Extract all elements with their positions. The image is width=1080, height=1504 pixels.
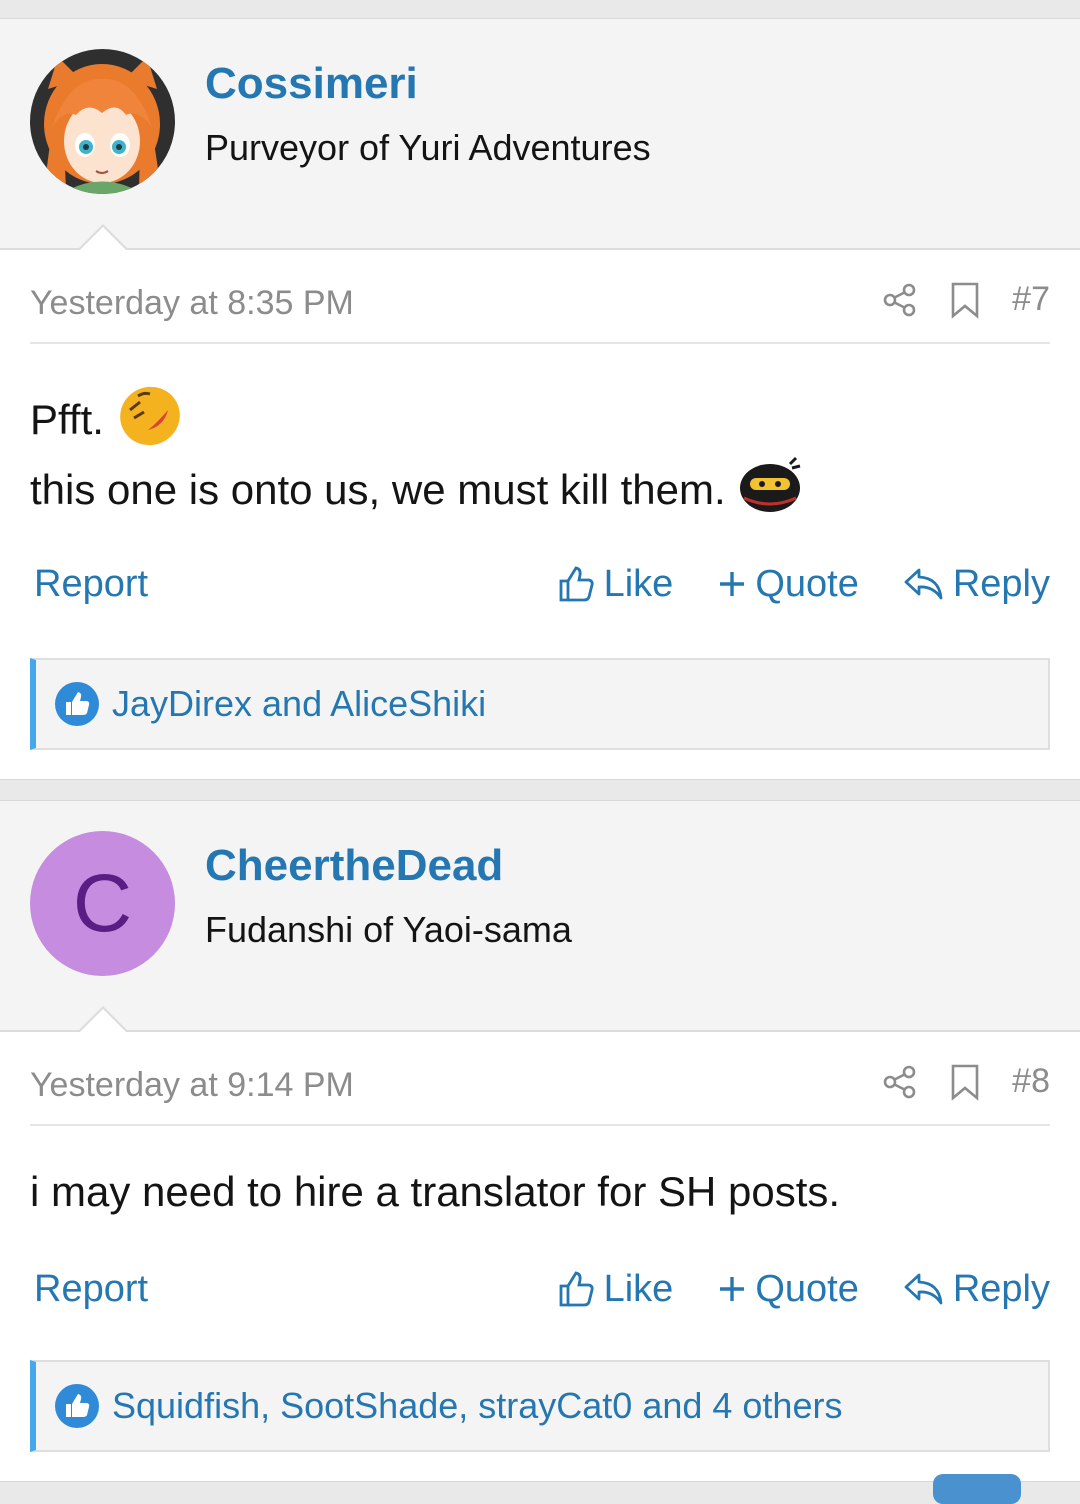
- share-icon[interactable]: [882, 282, 918, 318]
- username[interactable]: Cossimeri: [205, 59, 418, 109]
- like-label: Like: [603, 1267, 674, 1310]
- plus-icon: [720, 1277, 745, 1301]
- bookmark-icon[interactable]: [948, 1063, 982, 1101]
- user-arrow: [77, 1006, 129, 1033]
- post-8: C CheertheDead Fudanshi of Yaoi-sama Yes…: [0, 800, 1080, 1482]
- username[interactable]: CheertheDead: [205, 841, 503, 891]
- reactions-text[interactable]: JayDirex and AliceShiki: [112, 683, 486, 725]
- reply-button[interactable]: Reply: [903, 563, 1050, 606]
- quote-label: Quote: [755, 1267, 859, 1310]
- like-button[interactable]: Like: [556, 562, 674, 606]
- message-line: this one is onto us, we must kill them.: [30, 455, 1050, 525]
- report-link[interactable]: Report: [34, 1268, 148, 1311]
- laughing-emoji: [116, 382, 184, 458]
- message-text: Pfft.: [30, 396, 104, 443]
- scroll-to-top-button[interactable]: [933, 1474, 1021, 1504]
- share-icon[interactable]: [882, 1064, 918, 1100]
- post-message: Pfft. this one is onto us, we must kill …: [30, 385, 1050, 525]
- post-actions: Report Like Quote Reply: [30, 554, 1050, 614]
- user-title: Purveyor of Yuri Adventures: [205, 127, 651, 168]
- message-text: i may need to hire a translator for SH p…: [30, 1168, 841, 1215]
- avatar[interactable]: [30, 49, 175, 194]
- plus-icon: [720, 572, 745, 596]
- report-link[interactable]: Report: [34, 563, 148, 606]
- thumbs-up-icon: [559, 566, 594, 602]
- post-number[interactable]: #7: [1012, 280, 1050, 319]
- reactions-text[interactable]: Squidfish, SootShade, strayCat0 and 4 ot…: [112, 1385, 842, 1427]
- like-button[interactable]: Like: [556, 1267, 674, 1311]
- message-line: Pfft.: [30, 385, 1050, 455]
- reactions-bar[interactable]: Squidfish, SootShade, strayCat0 and 4 ot…: [30, 1360, 1050, 1452]
- post-number[interactable]: #8: [1012, 1062, 1050, 1101]
- post-user-header: Cossimeri Purveyor of Yuri Adventures: [0, 19, 1080, 251]
- post-message: i may need to hire a translator for SH p…: [30, 1157, 1050, 1227]
- message-line: i may need to hire a translator for SH p…: [30, 1157, 1050, 1227]
- post-meta: Yesterday at 8:35 PM #7: [30, 280, 1050, 344]
- reply-icon: [904, 1273, 943, 1305]
- thumbs-up-icon: [559, 1271, 594, 1307]
- user-arrow: [77, 224, 129, 251]
- post-date[interactable]: Yesterday at 8:35 PM: [30, 284, 354, 323]
- reply-label: Reply: [952, 562, 1050, 605]
- post-actions: Report Like Quote Reply: [30, 1259, 1050, 1319]
- like-reaction-icon: [55, 682, 99, 726]
- bookmark-icon[interactable]: [948, 281, 982, 319]
- like-label: Like: [603, 562, 674, 605]
- like-reaction-icon: [55, 1384, 99, 1428]
- quote-button[interactable]: Quote: [717, 1268, 859, 1311]
- post-date[interactable]: Yesterday at 9:14 PM: [30, 1066, 354, 1105]
- post-7: Cossimeri Purveyor of Yuri Adventures Ye…: [0, 18, 1080, 780]
- quote-label: Quote: [755, 562, 859, 605]
- user-title: Fudanshi of Yaoi-sama: [205, 909, 572, 950]
- message-text: this one is onto us, we must kill them.: [30, 466, 726, 513]
- quote-button[interactable]: Quote: [717, 563, 859, 606]
- avatar[interactable]: C: [30, 831, 175, 976]
- post-meta: Yesterday at 9:14 PM #8: [30, 1062, 1050, 1126]
- reply-icon: [904, 568, 943, 600]
- reactions-bar[interactable]: JayDirex and AliceShiki: [30, 658, 1050, 750]
- ninja-emoji: [738, 456, 802, 524]
- post-user-header: C CheertheDead Fudanshi of Yaoi-sama: [0, 801, 1080, 1033]
- reply-button[interactable]: Reply: [903, 1268, 1050, 1311]
- reply-label: Reply: [952, 1267, 1050, 1310]
